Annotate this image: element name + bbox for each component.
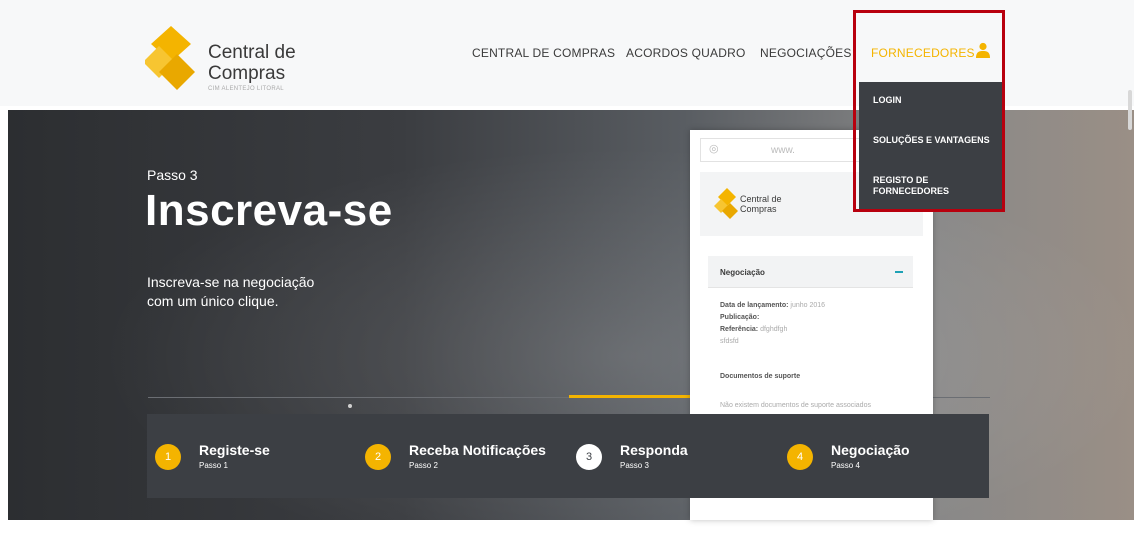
page-scrollbar[interactable] bbox=[1128, 90, 1132, 130]
highlight-frame bbox=[853, 10, 1005, 212]
collapse-icon bbox=[895, 271, 903, 273]
step-number: 2 bbox=[365, 444, 391, 470]
hero-title: Inscreva-se bbox=[145, 186, 393, 235]
mockup-docs-title: Documentos de suporte bbox=[720, 373, 801, 380]
step-sub: Passo 1 bbox=[199, 461, 228, 470]
step-name: Responda bbox=[620, 442, 688, 458]
mockup-panel-header: Negociação bbox=[708, 256, 913, 288]
slider-dot[interactable] bbox=[348, 404, 352, 408]
step-number: 4 bbox=[787, 444, 813, 470]
logo-subtitle: CIM ALENTEJO LITORAL bbox=[208, 86, 284, 92]
step-sub: Passo 3 bbox=[620, 461, 649, 470]
mockup-panel-title: Negociação bbox=[720, 268, 765, 277]
steps-bar: 1 Registe-se Passo 1 2 Receba Notificaçõ… bbox=[147, 414, 989, 498]
hero-description: Inscreva-se na negociação com um único c… bbox=[147, 274, 315, 309]
mockup-address-text: www. bbox=[771, 145, 795, 156]
nav-central-de-compras[interactable]: CENTRAL DE COMPRAS bbox=[472, 46, 615, 60]
step-name: Registe-se bbox=[199, 442, 270, 458]
hero-step-label: Passo 3 bbox=[147, 167, 198, 183]
mockup-line: Referência: dfghdfgh bbox=[720, 326, 788, 333]
step-number: 3 bbox=[576, 444, 602, 470]
step-number: 1 bbox=[155, 444, 181, 470]
mockup-docs-empty: Não existem documentos de suporte associ… bbox=[720, 402, 871, 409]
mockup-logo-icon bbox=[714, 188, 738, 219]
step-name: Negociação bbox=[831, 442, 910, 458]
step-sub: Passo 2 bbox=[409, 461, 438, 470]
step-name: Receba Notificações bbox=[409, 442, 546, 458]
nav-negociacoes[interactable]: NEGOCIAÇÕES bbox=[760, 46, 852, 60]
globe-icon: ◎ bbox=[709, 143, 719, 155]
nav-acordos-quadro[interactable]: ACORDOS QUADRO bbox=[626, 46, 745, 60]
mockup-logo-text: Central de Compras bbox=[740, 194, 782, 214]
logo-text: Central de Compras bbox=[208, 42, 296, 84]
mockup-line: Data de lançamento: junho 2016 bbox=[720, 302, 826, 309]
mockup-line: sfdsfd bbox=[720, 338, 739, 345]
mockup-line: Publicação: bbox=[720, 314, 760, 321]
step-sub: Passo 4 bbox=[831, 461, 860, 470]
